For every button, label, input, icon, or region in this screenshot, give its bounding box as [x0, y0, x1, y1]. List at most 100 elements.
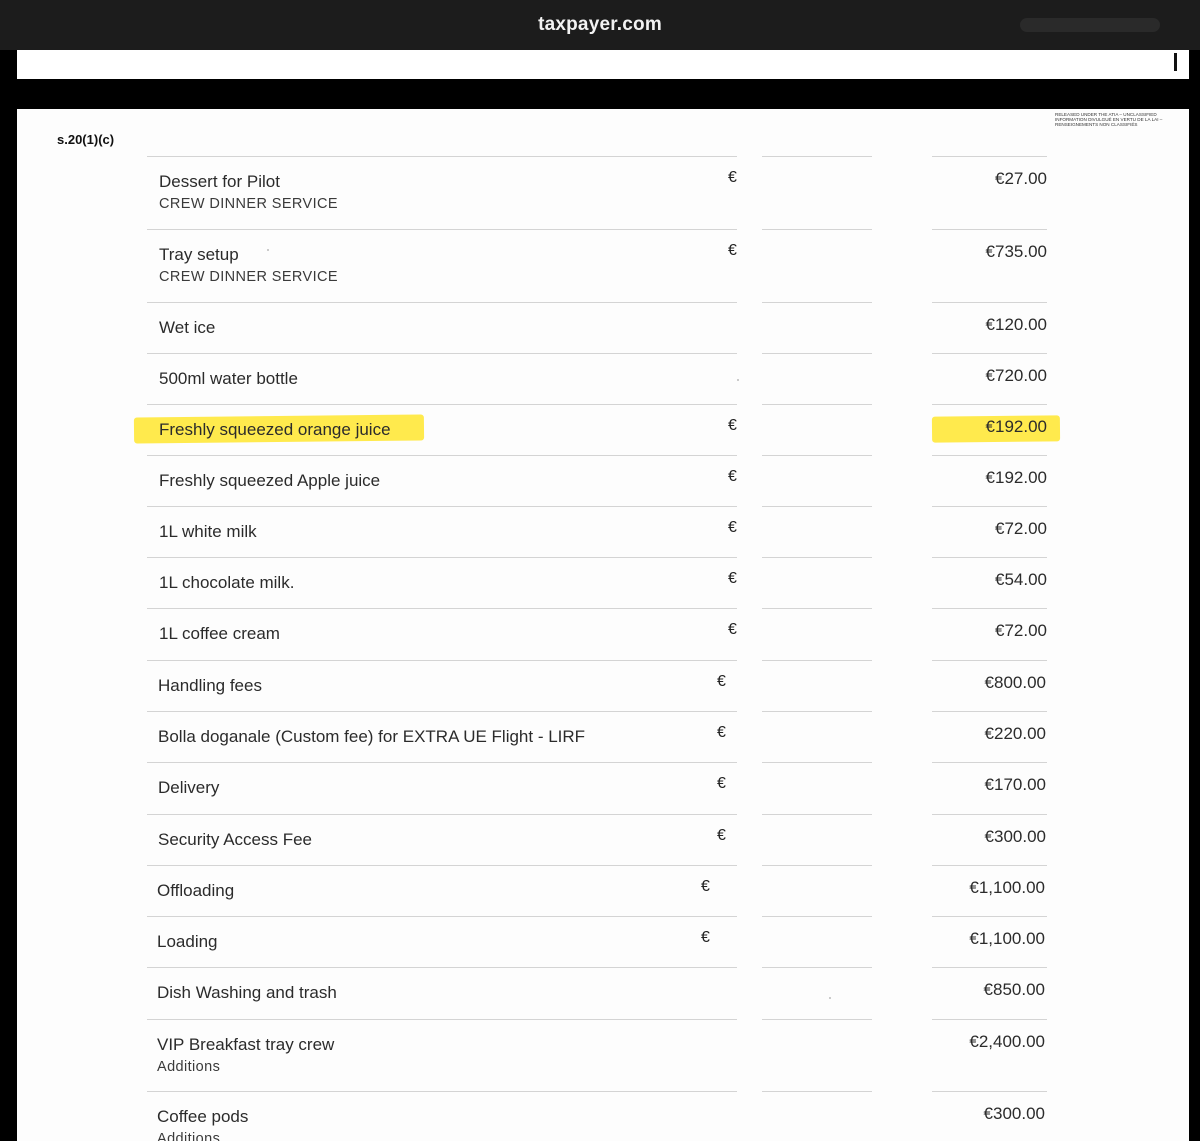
item-amount: €735.00 — [985, 242, 1047, 261]
item-amount: €170.00 — [984, 775, 1046, 794]
row-divider — [762, 229, 872, 230]
row-divider — [762, 916, 872, 917]
row-divider — [762, 967, 872, 968]
row-divider — [762, 814, 872, 815]
row-divider — [762, 711, 872, 712]
item-name: Wet ice — [159, 318, 216, 337]
row-divider — [932, 762, 1047, 763]
item-category: CREW DINNER SERVICE — [159, 269, 338, 285]
row-divider — [147, 229, 737, 230]
blurred-control — [1020, 18, 1160, 32]
row-divider — [932, 156, 1047, 157]
browser-address-bar[interactable]: taxpayer.com — [0, 0, 1200, 50]
item-name: Handling fees — [158, 676, 262, 695]
row-divider — [932, 455, 1047, 456]
row-divider — [932, 660, 1047, 661]
item-amount: €54.00 — [995, 570, 1047, 589]
row-divider — [762, 506, 872, 507]
row-divider — [762, 608, 872, 609]
row-divider — [147, 353, 737, 354]
currency-symbol: € — [728, 519, 737, 536]
row-divider — [147, 814, 737, 815]
item-name: 1L chocolate milk. — [159, 573, 295, 592]
row-divider — [762, 156, 872, 157]
page-top-strip — [17, 50, 1189, 79]
scanned-document-page: s.20(1)(c) RELEASED UNDER THE ATIA – UNC… — [17, 109, 1189, 1141]
item-amount: €2,400.00 — [969, 1032, 1045, 1051]
row-divider — [147, 1019, 737, 1020]
row-divider — [932, 506, 1047, 507]
item-name: Offloading — [157, 881, 235, 900]
item-category: Additions — [157, 1059, 221, 1075]
item-name: Freshly squeezed Apple juice — [159, 471, 381, 490]
item-name: VIP Breakfast tray crew — [157, 1035, 335, 1054]
item-name: 500ml water bottle — [159, 369, 298, 388]
item-name: 1L white milk — [159, 522, 257, 541]
row-divider — [147, 967, 737, 968]
item-name: Tray setup — [159, 245, 239, 264]
item-name: Delivery — [158, 778, 220, 797]
row-divider — [762, 1019, 872, 1020]
item-category: CREW DINNER SERVICE — [159, 196, 338, 212]
scan-speck — [737, 379, 739, 381]
currency-symbol: € — [701, 929, 710, 946]
item-amount: €1,100.00 — [969, 929, 1045, 948]
row-divider — [762, 1091, 872, 1092]
item-amount: €300.00 — [983, 1104, 1045, 1123]
item-name: Dessert for Pilot — [159, 172, 280, 191]
text-cursor-icon — [1174, 53, 1177, 71]
row-divider — [932, 1091, 1047, 1092]
row-divider — [147, 762, 737, 763]
redaction-reference: s.20(1)(c) — [57, 132, 115, 147]
currency-symbol: € — [728, 468, 737, 485]
currency-symbol: € — [728, 621, 737, 638]
item-amount: €27.00 — [995, 169, 1047, 188]
row-divider — [932, 608, 1047, 609]
item-amount: €72.00 — [995, 519, 1047, 538]
currency-symbol: € — [717, 724, 726, 741]
currency-symbol: € — [728, 570, 737, 587]
currency-symbol: € — [728, 242, 737, 259]
item-amount: €720.00 — [985, 366, 1047, 385]
row-divider — [932, 814, 1047, 815]
row-divider — [762, 557, 872, 558]
row-divider — [147, 608, 737, 609]
site-domain: taxpayer.com — [538, 14, 662, 35]
row-divider — [932, 404, 1047, 405]
row-divider — [762, 455, 872, 456]
item-amount: €800.00 — [984, 673, 1046, 692]
row-divider — [762, 660, 872, 661]
row-divider — [147, 660, 737, 661]
scan-speck — [267, 249, 269, 251]
row-divider — [147, 865, 737, 866]
item-name: Dish Washing and trash — [157, 983, 337, 1002]
currency-symbol: € — [728, 169, 737, 186]
item-amount: €850.00 — [983, 980, 1045, 999]
item-name: Coffee pods — [157, 1107, 249, 1126]
item-name: Security Access Fee — [158, 830, 313, 849]
item-name: 1L coffee cream — [159, 624, 280, 643]
row-divider — [932, 865, 1047, 866]
item-amount: €120.00 — [985, 315, 1047, 334]
item-name: Bolla doganale (Custom fee) for EXTRA UE… — [158, 727, 586, 746]
item-amount: €72.00 — [995, 621, 1047, 640]
currency-symbol: € — [717, 827, 726, 844]
item-category: Additions — [157, 1131, 221, 1141]
item-amount: €192.00 — [985, 417, 1047, 436]
item-name: Freshly squeezed orange juice — [159, 420, 391, 439]
row-divider — [147, 711, 737, 712]
row-divider — [932, 1019, 1047, 1020]
row-divider — [147, 455, 737, 456]
item-amount: €1,100.00 — [969, 878, 1045, 897]
row-divider — [932, 229, 1047, 230]
row-divider — [932, 711, 1047, 712]
row-divider — [932, 967, 1047, 968]
item-name: Loading — [157, 932, 218, 951]
row-divider — [762, 865, 872, 866]
row-divider — [762, 302, 872, 303]
row-divider — [932, 916, 1047, 917]
row-divider — [147, 557, 737, 558]
currency-symbol: € — [717, 673, 726, 690]
currency-symbol: € — [717, 775, 726, 792]
row-divider — [147, 302, 737, 303]
